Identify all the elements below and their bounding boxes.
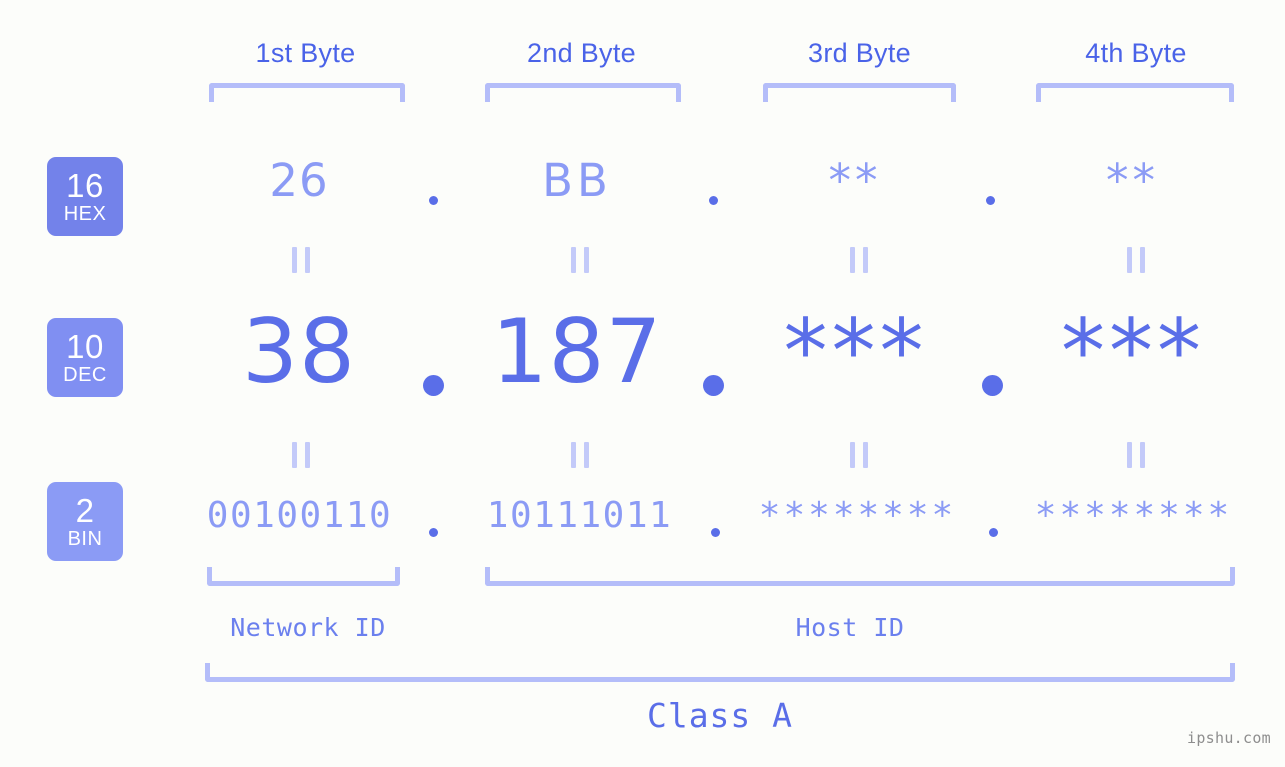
host-id-label: Host ID: [795, 613, 905, 642]
dec-separator-dot-2: [703, 375, 724, 396]
dec-separator-dot-3: [982, 375, 1003, 396]
byte-header-1: 1st Byte: [255, 38, 356, 68]
hex-byte-1-value: 26: [269, 154, 329, 207]
byte-header-4: 4th Byte: [1085, 38, 1187, 68]
byte-bracket-top-4: [1036, 83, 1234, 102]
radix-badge-dec-number: 10: [66, 328, 104, 365]
bin-separator-dot-3: [989, 528, 998, 537]
byte-bracket-top-1: [209, 83, 405, 102]
hex-separator-dot-1: [429, 196, 438, 205]
hex-separator-dot-2: [709, 196, 718, 205]
bin-byte-1-value: 00100110: [206, 495, 393, 536]
equals-icon-dec-bin-2: [571, 442, 589, 468]
ip-byte-diagram: 1st Byte 2nd Byte 3rd Byte 4th Byte 16 H…: [0, 0, 1285, 767]
hex-separator-dot-3: [986, 196, 995, 205]
bin-separator-dot-2: [711, 528, 720, 537]
radix-badge-bin[interactable]: 2 BIN: [47, 482, 123, 561]
byte-bracket-top-3: [763, 83, 956, 102]
byte-bracket-top-2: [485, 83, 681, 102]
equals-icon-hex-dec-2: [571, 247, 589, 273]
dec-byte-3-value: ***: [783, 300, 928, 403]
equals-icon-hex-dec-1: [292, 247, 310, 273]
equals-icon-hex-dec-4: [1127, 247, 1145, 273]
site-watermark: ipshu.com: [1187, 729, 1271, 747]
dec-byte-2-value: 187: [491, 300, 663, 403]
host-id-bracket: [485, 567, 1235, 586]
byte-header-3: 3rd Byte: [808, 38, 911, 68]
network-id-label: Network ID: [230, 613, 386, 642]
dec-separator-dot-1: [423, 375, 444, 396]
network-id-bracket: [207, 567, 400, 586]
address-class-bracket: [205, 663, 1235, 682]
address-class-label: Class A: [646, 696, 794, 735]
bin-separator-dot-1: [429, 528, 438, 537]
radix-badge-hex-number: 16: [66, 167, 104, 204]
equals-icon-hex-dec-3: [850, 247, 868, 273]
dec-byte-1-value: 38: [242, 300, 356, 403]
radix-badge-hex-label: HEX: [63, 203, 107, 225]
hex-byte-4-value: **: [1106, 154, 1159, 207]
radix-badge-dec-label: DEC: [63, 364, 107, 386]
equals-icon-dec-bin-1: [292, 442, 310, 468]
dec-byte-4-value: ***: [1061, 300, 1205, 403]
byte-header-2: 2nd Byte: [527, 38, 636, 68]
hex-byte-3-value: **: [828, 154, 882, 207]
equals-icon-dec-bin-3: [850, 442, 868, 468]
radix-badge-dec[interactable]: 10 DEC: [47, 318, 123, 397]
radix-badge-hex[interactable]: 16 HEX: [47, 157, 123, 236]
bin-byte-4-value: ********: [1034, 495, 1233, 536]
hex-byte-2-value: BB: [542, 154, 612, 207]
radix-badge-bin-number: 2: [75, 492, 95, 529]
bin-byte-3-value: ********: [758, 495, 957, 536]
bin-byte-2-value: 10111011: [486, 495, 673, 536]
equals-icon-dec-bin-4: [1127, 442, 1145, 468]
radix-badge-bin-label: BIN: [67, 528, 103, 550]
